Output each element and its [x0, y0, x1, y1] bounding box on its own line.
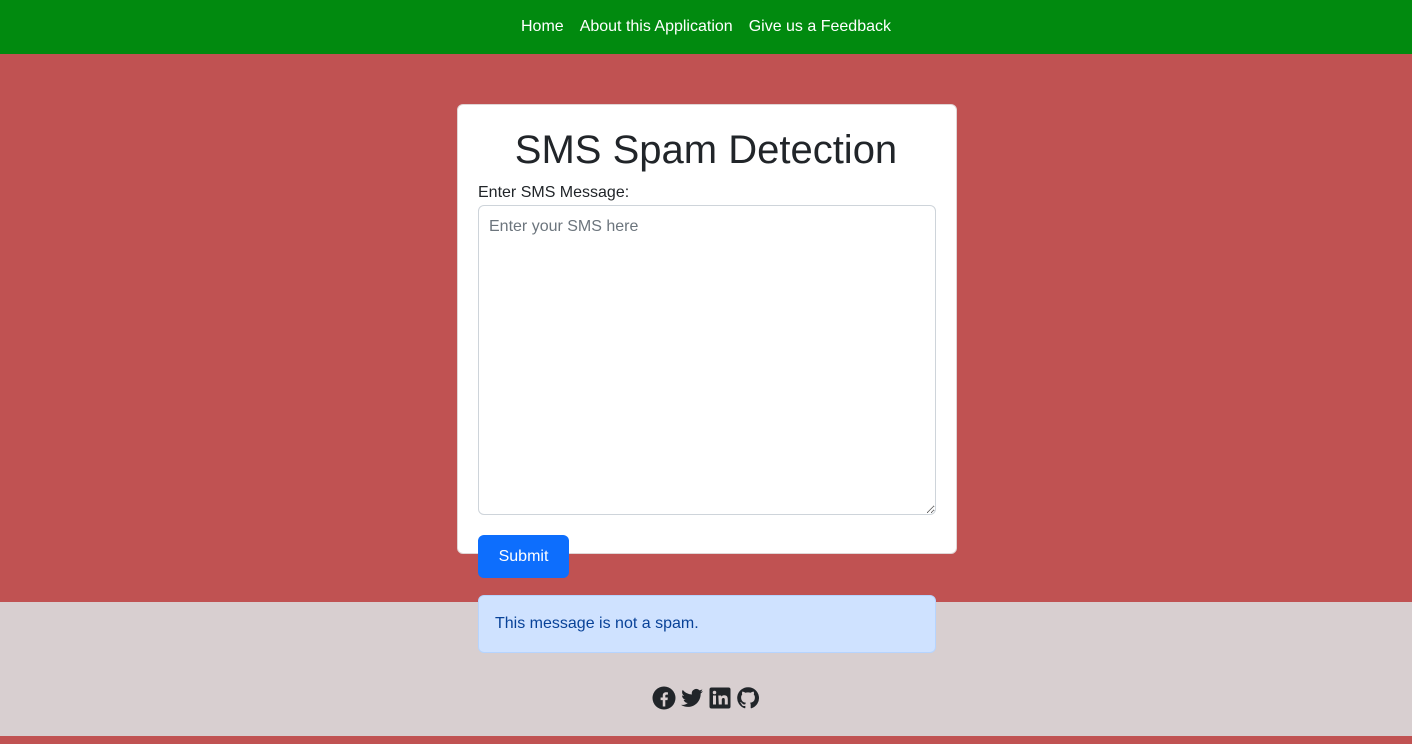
nav-link-about[interactable]: About this Application [580, 18, 733, 36]
page-title: SMS Spam Detection [514, 128, 898, 172]
result-message: This message is not a spam. [495, 615, 699, 632]
nav-link-feedback[interactable]: Give us a Feedback [749, 18, 891, 36]
linkedin-icon[interactable] [708, 686, 732, 710]
sms-input[interactable] [478, 205, 936, 515]
result-alert: This message is not a spam. [478, 595, 936, 653]
social-links [0, 686, 1412, 710]
github-icon[interactable] [736, 686, 760, 710]
twitter-icon[interactable] [680, 686, 704, 710]
bottom-strip [0, 736, 1412, 744]
submit-button[interactable]: Submit [478, 535, 569, 578]
sms-input-label: Enter SMS Message: [478, 184, 630, 201]
top-navbar: Home About this Application Give us a Fe… [0, 0, 1412, 54]
nav-link-home[interactable]: Home [521, 18, 564, 36]
facebook-icon[interactable] [652, 686, 676, 710]
